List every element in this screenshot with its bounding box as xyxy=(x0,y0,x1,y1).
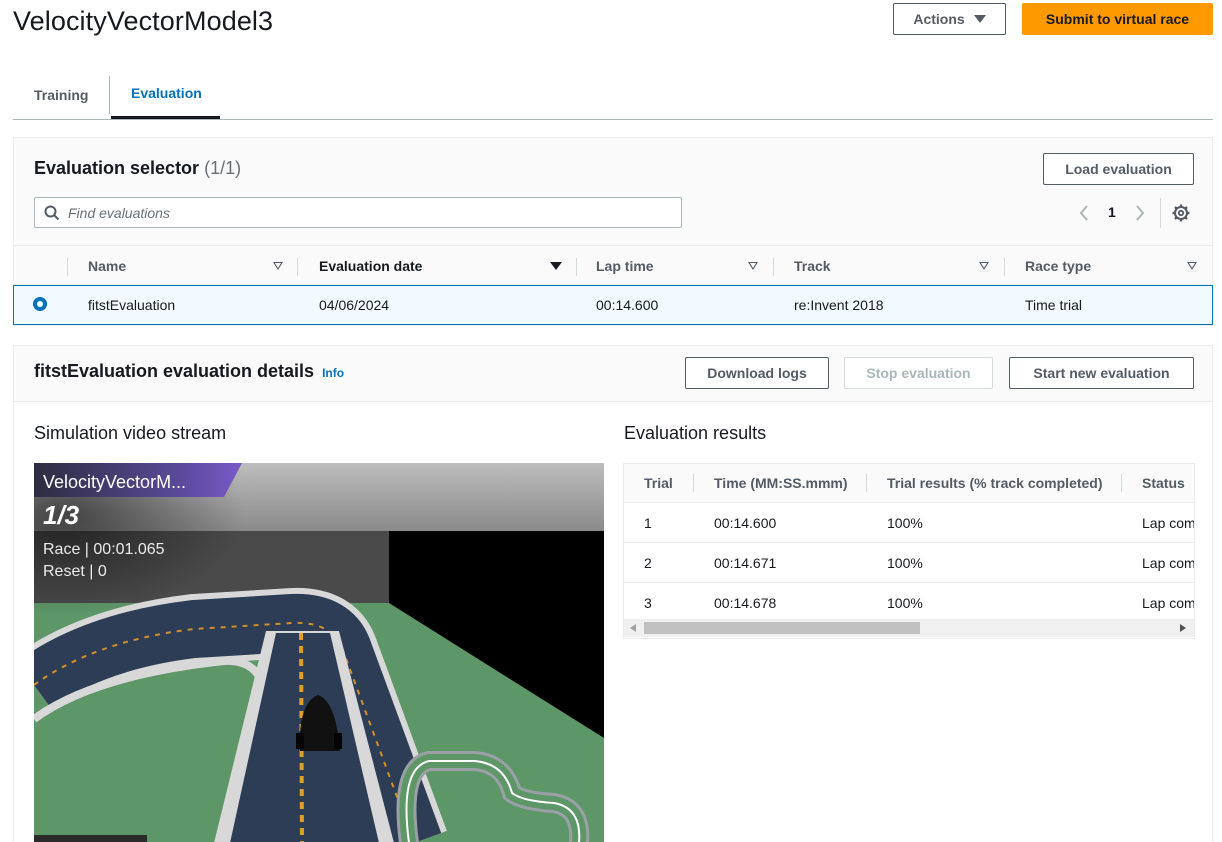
table-row: 2 00:14.671 100% Lap com xyxy=(624,542,1194,582)
chevron-right-icon[interactable] xyxy=(1134,204,1146,222)
horizontal-scrollbar[interactable] xyxy=(624,619,1194,637)
cell-status: Lap com xyxy=(1142,515,1195,531)
cell-trial: 2 xyxy=(644,555,652,571)
column-separator xyxy=(1121,474,1122,492)
video-race-time: Race | 00:01.065 xyxy=(43,541,165,558)
cell-trial: 1 xyxy=(644,515,652,531)
column-separator xyxy=(693,474,694,492)
actions-dropdown[interactable]: Actions xyxy=(893,3,1006,35)
column-header-track[interactable]: Track xyxy=(794,246,831,286)
tab-divider xyxy=(109,76,110,114)
search-input[interactable] xyxy=(68,204,648,221)
column-separator xyxy=(576,258,577,276)
column-header-lap-time[interactable]: Lap time xyxy=(596,246,654,286)
load-evaluation-button[interactable]: Load evaluation xyxy=(1043,153,1194,185)
row-radio-selected[interactable] xyxy=(33,297,47,311)
selector-heading: Evaluation selector (1/1) xyxy=(34,158,241,179)
evaluation-selector-panel: Evaluation selector (1/1) Load evaluatio… xyxy=(13,137,1213,326)
submit-virtual-race-button[interactable]: Submit to virtual race xyxy=(1022,3,1213,35)
column-separator xyxy=(1004,258,1005,276)
cell-track-completed: 100% xyxy=(887,555,923,571)
evaluations-table-header: Name Evaluation date Lap time Track Race… xyxy=(14,245,1212,285)
selector-header xyxy=(14,138,1212,245)
track-scene xyxy=(34,463,604,842)
video-model-name: VelocityVectorM... xyxy=(43,472,187,492)
table-row[interactable]: fitstEvaluation 04/06/2024 00:14.600 re:… xyxy=(13,285,1213,325)
results-column-status: Status xyxy=(1142,475,1185,491)
search-field[interactable] xyxy=(34,197,682,228)
table-row: 1 00:14.600 100% Lap com xyxy=(624,502,1194,542)
video-section-title: Simulation video stream xyxy=(34,423,227,443)
tab-evaluation[interactable]: Evaluation xyxy=(111,70,220,119)
actions-label: Actions xyxy=(913,11,965,27)
cell-name: fitstEvaluation xyxy=(88,297,176,313)
sort-icon[interactable] xyxy=(1187,262,1197,270)
column-header-name[interactable]: Name xyxy=(88,246,126,286)
sort-icon[interactable] xyxy=(748,262,758,270)
details-title: fitstEvaluation evaluation details xyxy=(34,361,315,381)
column-separator xyxy=(773,258,774,276)
pager-divider xyxy=(1160,198,1161,228)
cell-time: 00:14.671 xyxy=(714,555,777,571)
sort-descending-icon[interactable] xyxy=(550,262,562,270)
cell-race-type: Time trial xyxy=(1025,297,1083,313)
scroll-right-icon[interactable] xyxy=(1180,624,1186,632)
cell-track: re:Invent 2018 xyxy=(794,297,884,313)
column-separator xyxy=(297,258,298,276)
table-row: 3 00:14.678 100% Lap com xyxy=(624,582,1194,622)
cell-status: Lap com xyxy=(1142,595,1195,611)
page: VelocityVectorModel3 Actions Submit to v… xyxy=(0,0,1222,842)
selector-title: Evaluation selector xyxy=(34,158,200,178)
cell-track-completed: 100% xyxy=(887,515,923,531)
cell-lap-time: 00:14.600 xyxy=(596,297,659,313)
gear-icon[interactable] xyxy=(1172,204,1190,222)
sort-icon[interactable] xyxy=(273,262,283,270)
column-separator xyxy=(866,474,867,492)
cell-time: 00:14.600 xyxy=(714,515,777,531)
tab-training[interactable]: Training xyxy=(34,70,88,119)
cell-trial: 3 xyxy=(644,595,652,611)
selector-count: (1/1) xyxy=(204,158,242,178)
page-number[interactable]: 1 xyxy=(1108,204,1116,220)
results-section-title: Evaluation results xyxy=(624,423,767,443)
cell-evaluation-date: 04/06/2024 xyxy=(319,297,390,313)
download-logs-button[interactable]: Download logs xyxy=(685,357,829,389)
results-column-time: Time (MM:SS.mmm) xyxy=(714,475,848,491)
scroll-left-icon[interactable] xyxy=(630,624,636,632)
search-icon xyxy=(44,205,60,220)
page-title: VelocityVectorModel3 xyxy=(13,6,274,36)
info-link[interactable]: Info xyxy=(322,366,344,380)
chevron-left-icon[interactable] xyxy=(1078,204,1090,222)
column-header-evaluation-date[interactable]: Evaluation date xyxy=(319,246,422,286)
video-reset-count: Reset | 0 xyxy=(43,563,107,580)
video-lap-counter: 1/3 xyxy=(43,500,80,530)
simulation-video[interactable]: VelocityVectorM... 1/3 Race | 00:01.065 … xyxy=(34,463,604,842)
details-heading: fitstEvaluation evaluation details Info xyxy=(34,361,344,382)
sort-icon[interactable] xyxy=(979,262,989,270)
cell-track-completed: 100% xyxy=(887,595,923,611)
stop-evaluation-button[interactable]: Stop evaluation xyxy=(844,357,993,389)
results-column-track-completed: Trial results (% track completed) xyxy=(887,475,1103,491)
column-separator xyxy=(67,258,68,276)
tab-bar: Training Evaluation xyxy=(13,70,1213,120)
caret-down-icon xyxy=(973,15,986,23)
start-new-evaluation-button[interactable]: Start new evaluation xyxy=(1009,357,1194,389)
cell-status: Lap com xyxy=(1142,555,1195,571)
results-table: Trial Time (MM:SS.mmm) Trial results (% … xyxy=(623,463,1195,639)
cell-time: 00:14.678 xyxy=(714,595,777,611)
scrollbar-thumb[interactable] xyxy=(644,622,920,634)
evaluation-details-panel: fitstEvaluation evaluation details Info … xyxy=(13,345,1213,842)
results-column-trial: Trial xyxy=(644,475,673,491)
column-header-race-type[interactable]: Race type xyxy=(1025,246,1091,286)
